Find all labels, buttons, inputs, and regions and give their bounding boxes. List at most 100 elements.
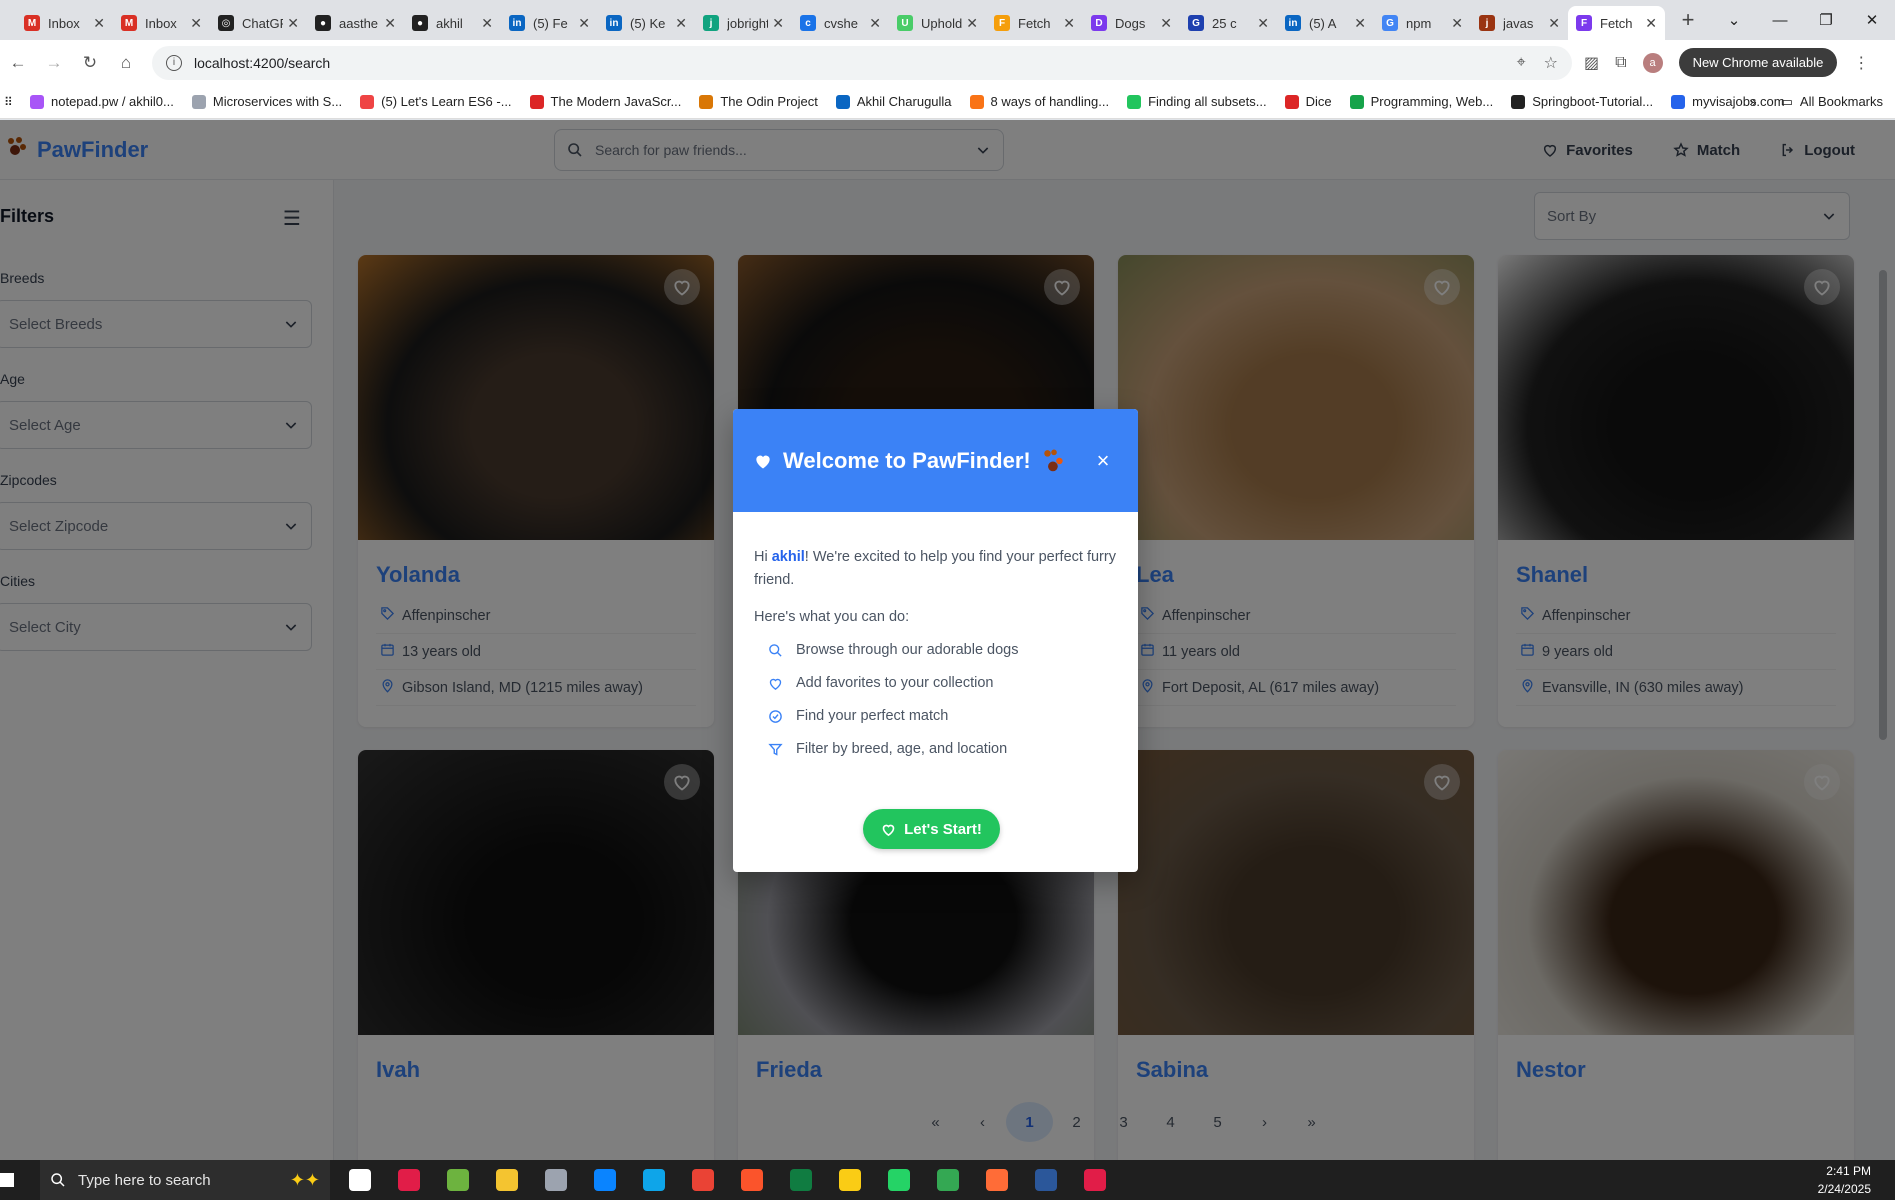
bookmark-label: Finding all subsets...	[1148, 94, 1267, 109]
more-menu-icon[interactable]: ⋮	[1853, 53, 1869, 73]
bookmark-item[interactable]: (5) Let's Learn ES6 -...	[360, 94, 512, 109]
bookmark-item[interactable]: The Odin Project	[699, 94, 818, 109]
vscode-icon[interactable]	[589, 1164, 621, 1196]
tab-close-icon[interactable]: ✕	[772, 15, 784, 32]
browser-tab[interactable]: ● aasthe ✕	[307, 6, 404, 40]
vscode-glyph	[594, 1169, 616, 1191]
excel-icon[interactable]	[785, 1164, 817, 1196]
bookmark-item[interactable]: notepad.pw / akhil0...	[30, 94, 174, 109]
tab-favicon-icon: j	[1479, 15, 1495, 31]
word-icon[interactable]	[1030, 1164, 1062, 1196]
lets-start-button[interactable]: Let's Start!	[863, 809, 1000, 849]
url-text[interactable]: localhost:4200/search	[194, 55, 1499, 71]
tab-close-icon[interactable]: ✕	[1257, 15, 1269, 32]
bookmark-favicon-icon	[969, 94, 984, 109]
tab-close-icon[interactable]: ✕	[1160, 15, 1172, 32]
browser-tab[interactable]: c cvshe ✕	[792, 6, 889, 40]
brave-icon[interactable]	[736, 1164, 768, 1196]
tab-close-icon[interactable]: ✕	[966, 15, 978, 32]
bookmark-item[interactable]: Microservices with S...	[191, 94, 342, 109]
tab-close-icon[interactable]: ✕	[481, 15, 493, 32]
browser-tab[interactable]: G 25 c ✕	[1180, 6, 1277, 40]
close-window-button[interactable]: ✕	[1849, 0, 1895, 40]
chrome-update-button[interactable]: New Chrome available	[1678, 48, 1838, 77]
tab-search-icon[interactable]: ⌄	[1711, 0, 1757, 40]
edge-icon[interactable]	[638, 1164, 670, 1196]
feature-item: Filter by breed, age, and location	[768, 738, 1117, 761]
browser-tab[interactable]: in (5) A ✕	[1277, 6, 1374, 40]
all-bookmarks-link[interactable]: ▭ All Bookmarks	[1781, 94, 1883, 110]
bookmark-star-icon[interactable]: ☆	[1544, 53, 1558, 73]
tab-close-icon[interactable]: ✕	[190, 15, 202, 32]
close-icon[interactable]: ×	[1088, 448, 1118, 474]
whatsapp-icon[interactable]	[883, 1164, 915, 1196]
bookmarks-overflow-icon[interactable]: »	[1749, 94, 1756, 109]
window-controls: ⌄ — ❐ ✕	[1711, 0, 1895, 40]
bookmark-item[interactable]: Dice	[1284, 94, 1332, 109]
tab-close-icon[interactable]: ✕	[287, 15, 299, 32]
tab-close-icon[interactable]: ✕	[869, 15, 881, 32]
browser-tab[interactable]: U Uphold ✕	[889, 6, 986, 40]
tab-close-icon[interactable]: ✕	[384, 15, 396, 32]
tab-title: 25 c	[1212, 15, 1237, 31]
tab-close-icon[interactable]: ✕	[1354, 15, 1366, 32]
bookmark-item[interactable]: Finding all subsets...	[1127, 94, 1267, 109]
tab-close-icon[interactable]: ✕	[578, 15, 590, 32]
back-button[interactable]: ←	[0, 53, 36, 73]
bookmark-item[interactable]: 8 ways of handling...	[969, 94, 1109, 109]
restore-button[interactable]: ❐	[1803, 0, 1849, 40]
omnibox[interactable]: i localhost:4200/search ⌖ ☆	[152, 45, 1572, 80]
tab-close-icon[interactable]: ✕	[1451, 15, 1463, 32]
tab-close-icon[interactable]: ✕	[93, 15, 105, 32]
heart-icon	[756, 455, 770, 468]
intellij-icon[interactable]	[393, 1164, 425, 1196]
paw-icon	[1044, 449, 1063, 471]
browser-tab[interactable]: M Inbox ✕	[113, 6, 210, 40]
apps-icon[interactable]: ⠿	[4, 95, 18, 109]
browser-tab[interactable]: M Inbox ✕	[16, 6, 113, 40]
calculator-icon[interactable]	[540, 1164, 572, 1196]
browser-tab[interactable]: j javas ✕	[1471, 6, 1568, 40]
browser-tab[interactable]: F Fetch ✕	[986, 6, 1083, 40]
minimize-button[interactable]: —	[1757, 0, 1803, 40]
browser-tab[interactable]: in (5) Ke ✕	[598, 6, 695, 40]
sourcetree-icon[interactable]	[1079, 1164, 1111, 1196]
chrome-2-icon[interactable]	[932, 1164, 964, 1196]
tab-close-icon[interactable]: ✕	[1063, 15, 1075, 32]
browser-tab[interactable]: Gnpm ✕	[1374, 6, 1471, 40]
bookmark-item[interactable]: Akhil Charugulla	[835, 94, 952, 109]
browser-tab[interactable]: F Fetch ✕	[1568, 6, 1665, 40]
postman-icon[interactable]	[981, 1164, 1013, 1196]
tab-close-icon[interactable]: ✕	[1548, 15, 1560, 32]
home-icon[interactable]: ⌂	[108, 53, 144, 73]
browser-tab[interactable]: in (5) Fe ✕	[501, 6, 598, 40]
windows-start-icon[interactable]	[0, 1173, 14, 1187]
tab-close-icon[interactable]: ✕	[675, 15, 687, 32]
feature-item: Add favorites to your collection	[768, 672, 1117, 695]
bookmark-item[interactable]: Programming, Web...	[1349, 94, 1493, 109]
bookmark-item[interactable]: Springboot-Tutorial...	[1511, 94, 1653, 109]
profile-avatar[interactable]: a	[1642, 52, 1663, 73]
site-info-icon[interactable]: i	[166, 54, 182, 71]
tab-close-icon[interactable]: ✕	[1645, 15, 1657, 32]
task-view-icon[interactable]	[344, 1164, 376, 1196]
new-tab-button[interactable]: +	[1673, 7, 1703, 33]
reload-icon[interactable]: ↻	[72, 53, 108, 73]
browser-tab[interactable]: j jobright ✕	[695, 6, 792, 40]
bookmark-item[interactable]: The Modern JavaScr...	[529, 94, 681, 109]
system-clock[interactable]: 2:41 PM 2/24/2025	[1818, 1162, 1871, 1198]
browser-tab[interactable]: ● akhil ✕	[404, 6, 501, 40]
file-explorer-icon[interactable]	[491, 1164, 523, 1196]
extensions-puzzle-icon[interactable]: ⧉	[1615, 54, 1626, 72]
extension-icon[interactable]: ▨	[1584, 53, 1599, 73]
location-icon[interactable]: ⌖	[1517, 54, 1526, 72]
sticky-notes-icon[interactable]	[834, 1164, 866, 1196]
forward-button[interactable]: →	[36, 53, 72, 73]
spring-icon[interactable]	[442, 1164, 474, 1196]
chrome-icon[interactable]	[687, 1164, 719, 1196]
browser-tab[interactable]: D Dogs ✕	[1083, 6, 1180, 40]
browser-tab[interactable]: ◎ ChatGPT✕	[210, 6, 307, 40]
clock-time: 2:41 PM	[1826, 1164, 1871, 1178]
taskbar-search-input[interactable]: Type here to search ✦✦	[40, 1160, 330, 1200]
bookmark-favicon-icon	[1127, 94, 1142, 109]
